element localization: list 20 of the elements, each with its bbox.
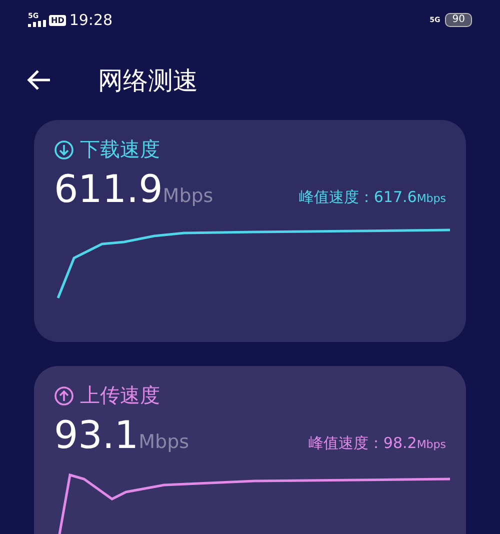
back-icon[interactable] <box>26 69 52 91</box>
card-title: 上传速度 <box>80 382 160 409</box>
speed-value: 93.1 <box>54 413 139 457</box>
peak-label: 峰值速度： <box>308 434 384 453</box>
download-icon <box>54 140 74 160</box>
battery-level: 90 <box>445 13 472 27</box>
signal-icon <box>28 20 46 27</box>
speed-value: 611.9 <box>54 167 163 211</box>
card-title: 下载速度 <box>80 136 160 163</box>
peak-unit: Mbps <box>416 438 446 451</box>
clock-time: 19:28 <box>69 11 113 29</box>
speed-unit: Mbps <box>162 185 214 207</box>
speed-unit: Mbps <box>138 431 190 453</box>
peak-value: 617.6 <box>374 188 417 206</box>
peak-unit: Mbps <box>416 192 446 205</box>
peak-value: 98.2 <box>383 434 417 452</box>
hd-badge: HD <box>49 14 66 26</box>
page-title: 网络测速 <box>98 64 198 96</box>
upload-icon <box>54 386 74 406</box>
peak-label: 峰值速度： <box>298 188 374 207</box>
